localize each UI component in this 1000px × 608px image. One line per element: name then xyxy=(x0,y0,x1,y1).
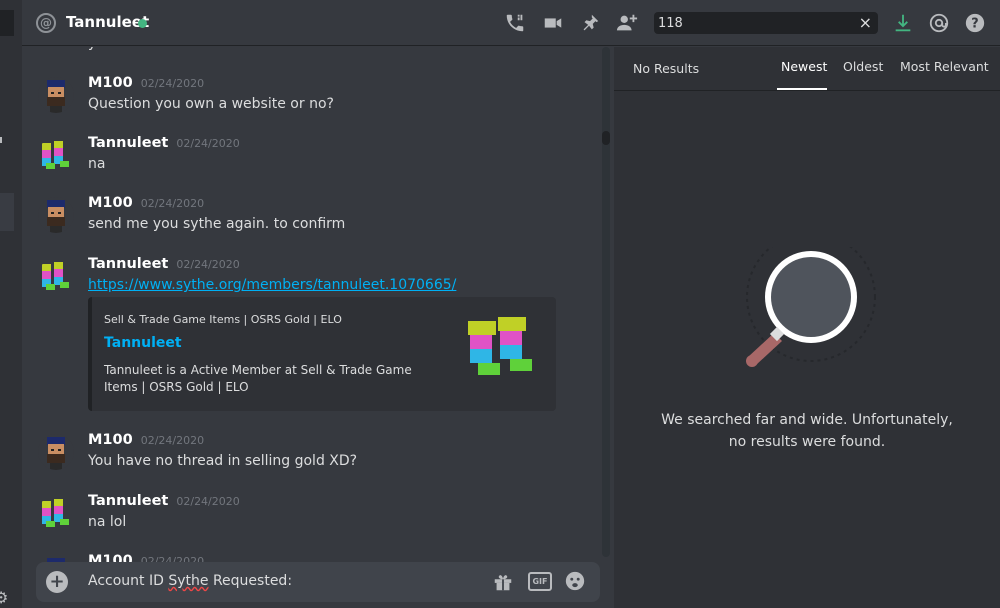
search-results-header: No Results Newest Oldest Most Relevant xyxy=(614,47,1000,91)
message-link[interactable]: https://www.sythe.org/members/tannuleet.… xyxy=(88,277,456,293)
avatar xyxy=(38,47,74,51)
avatar-m100[interactable] xyxy=(38,434,74,470)
emoji-icon[interactable] xyxy=(564,570,586,592)
gif-button[interactable]: GIF xyxy=(528,572,552,591)
pin-icon[interactable] xyxy=(579,12,601,34)
tab-most-relevant[interactable]: Most Relevant xyxy=(900,59,989,74)
message-timestamp: 02/24/2020 xyxy=(140,77,205,90)
svg-text:?: ? xyxy=(971,17,978,32)
search-box[interactable]: × xyxy=(654,12,878,34)
channel-marker xyxy=(0,137,2,143)
call-icon[interactable] xyxy=(504,12,526,34)
avatar-m100[interactable] xyxy=(38,197,74,233)
message-text: yes xyxy=(88,47,112,51)
online-status-dot xyxy=(138,19,147,28)
magnifier-illustration-icon xyxy=(734,232,884,377)
message-timestamp: 02/24/2020 xyxy=(176,495,240,508)
message-timestamp: 02/24/2020 xyxy=(176,258,240,271)
settings-gear-icon[interactable]: ⚙ xyxy=(0,588,8,607)
channel-header: @ Tannuleet × ? xyxy=(22,0,1000,46)
avatar-m100[interactable] xyxy=(38,77,74,113)
add-friend-icon[interactable] xyxy=(616,12,638,34)
message-author[interactable]: Tannuleet 02/24/2020 xyxy=(88,135,240,151)
scrollbar-thumb[interactable] xyxy=(602,131,610,145)
message-author[interactable]: M10002/24/2020 xyxy=(88,432,204,448)
message-text: Question you own a website or no? xyxy=(88,96,334,112)
tab-newest[interactable]: Newest xyxy=(781,59,827,74)
mention-icon[interactable] xyxy=(928,12,950,34)
misspelled-word[interactable]: Sythe xyxy=(168,573,208,589)
embed-description: Tannuleet is a Active Member at Sell & T… xyxy=(104,363,412,394)
link-embed: Sell & Trade Game Items | OSRS Gold | EL… xyxy=(88,297,556,411)
avatar-tannuleet[interactable] xyxy=(38,258,74,294)
message-author[interactable]: Tannuleet 02/24/2020 xyxy=(88,256,240,272)
profile-link[interactable]: https://www.sythe.org/members/tannuleet.… xyxy=(88,277,456,293)
message-timestamp: 02/24/2020 xyxy=(176,137,240,150)
discord-window: ⚙ @ Tannuleet × ? xyxy=(0,0,1000,608)
message-text: na xyxy=(88,156,106,172)
message-author[interactable]: M10002/24/2020 xyxy=(88,195,204,211)
channel-list-top xyxy=(0,10,14,36)
at-icon: @ xyxy=(36,13,56,33)
selected-channel-item[interactable] xyxy=(0,193,14,231)
empty-state-message: We searched far and wide. Unfortunately,… xyxy=(661,412,953,450)
message-timestamp: 02/24/2020 xyxy=(140,197,205,210)
channel-title: Tannuleet xyxy=(66,13,150,31)
embed-title-link[interactable]: Tannuleet xyxy=(104,335,182,351)
tab-oldest[interactable]: Oldest xyxy=(843,59,883,74)
clear-search-icon[interactable]: × xyxy=(859,13,872,33)
video-icon[interactable] xyxy=(542,12,564,34)
gift-icon[interactable] xyxy=(492,571,514,593)
message-list: yes M10002/24/2020 Question you own a we… xyxy=(22,47,614,608)
download-icon[interactable] xyxy=(892,12,914,34)
embed-provider: Sell & Trade Game Items | OSRS Gold | EL… xyxy=(104,313,342,326)
search-input[interactable] xyxy=(658,14,848,32)
help-icon[interactable]: ? xyxy=(964,12,986,34)
message-scrollbar[interactable] xyxy=(602,47,610,557)
avatar-tannuleet[interactable] xyxy=(38,495,74,531)
channel-list-edge: ⚙ xyxy=(0,0,22,608)
message-author[interactable]: M10002/24/2020 xyxy=(88,75,204,91)
message-text: You have no thread in selling gold XD? xyxy=(88,453,358,469)
active-tab-indicator xyxy=(777,88,827,90)
result-count-label: No Results xyxy=(633,61,700,76)
message-text: na lol xyxy=(88,514,127,530)
message-composer[interactable]: + Account ID Sythe Requested: GIF xyxy=(36,562,600,602)
message-timestamp: 02/24/2020 xyxy=(140,434,205,447)
message-text: send me you sythe again. to confirm xyxy=(88,216,346,232)
message-input[interactable]: Account ID Sythe Requested: xyxy=(88,573,292,589)
message-author[interactable]: Tannuleet 02/24/2020 xyxy=(88,493,240,509)
search-results-panel: No Results Newest Oldest Most Relevant W… xyxy=(614,47,1000,608)
embed-thumbnail[interactable] xyxy=(464,311,544,391)
upload-plus-button[interactable]: + xyxy=(46,571,68,593)
avatar-tannuleet[interactable] xyxy=(38,137,74,173)
